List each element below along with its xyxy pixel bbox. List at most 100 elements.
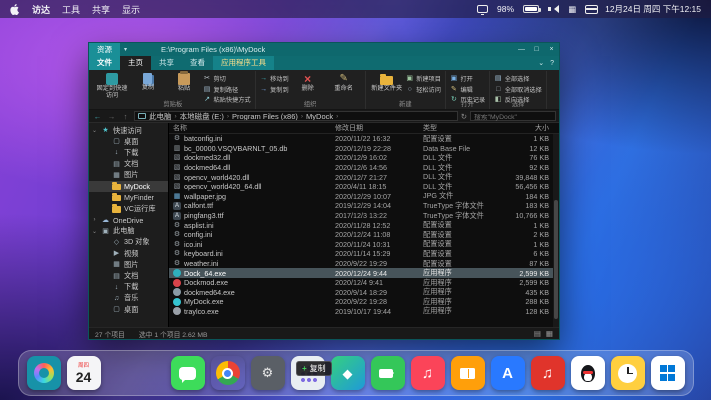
sidebar-item-3D 对象[interactable]: ◇ 3D 对象 (89, 237, 168, 248)
open-button[interactable]: ▣ 打开 (450, 74, 485, 83)
title-bar[interactable]: 资源 ▾ E:\Program Files (x86)\MyDock — □ × (89, 43, 559, 56)
file-row[interactable]: ⚙ config.ini 2020/12/24 11:08 配置设置 2 KB (169, 230, 559, 240)
sidebar-item-下载[interactable]: ↓ 下载 (89, 282, 168, 293)
dock-icon-calendar[interactable]: 周四 24 (66, 356, 101, 390)
menubar-item[interactable]: 工具 (62, 3, 80, 16)
thumbnail-view-icon[interactable]: ▦ (546, 329, 553, 338)
path-button[interactable]: ▤ 复制路径 (203, 85, 251, 94)
maximize-button[interactable]: □ (529, 43, 544, 56)
sidebar-item-OneDrive[interactable]: › ☁ OneDrive (89, 215, 168, 226)
up-button[interactable]: ↑ (120, 112, 131, 121)
file-row[interactable]: ▧ opencv_world420_64.dll 2020/4/11 18:15… (169, 182, 559, 192)
column-name[interactable]: 名称 (173, 123, 335, 133)
column-date[interactable]: 修改日期 (335, 123, 423, 133)
dock-icon-books[interactable] (450, 356, 485, 390)
apple-menu-icon[interactable] (10, 3, 20, 15)
quick-access-toolbar-arrow-icon[interactable]: ▾ (120, 46, 131, 53)
breadcrumb-item[interactable]: Program Files (x86) (232, 112, 298, 120)
rename-button[interactable]: ✎ 重命名 (327, 72, 361, 100)
expand-chevron-icon[interactable]: ⌄ (91, 228, 98, 235)
copyto-button[interactable]: → 复制到 (260, 85, 289, 94)
breadcrumb-item[interactable]: 此电脑 (149, 112, 172, 120)
file-row[interactable]: A pingfang3.ttf 2017/12/3 13:22 TrueType… (169, 211, 559, 221)
sidebar-item-图片[interactable]: ▦ 图片 (89, 170, 168, 181)
sidebar-item-VC运行库[interactable]: VC运行库 (89, 203, 168, 214)
file-row[interactable]: ▧ dockmed32.dll 2020/12/9 16:02 DLL 文件 7… (169, 153, 559, 163)
file-row[interactable]: dockmed64.exe 2020/9/14 18:29 应用程序 435 K… (169, 287, 559, 298)
dock-icon-mydock-launcher[interactable] (26, 356, 61, 390)
file-row[interactable]: ⚙ weather.ini 2020/9/22 19:29 配置设置 87 KB (169, 259, 559, 269)
dock-icon-music[interactable]: ♫ (410, 356, 445, 390)
copy-button[interactable]: 复制 (131, 72, 165, 100)
sidebar-item-桌面[interactable]: ▢ 桌面 (89, 304, 168, 315)
file-row[interactable]: traylco.exe 2019/10/17 19:44 应用程序 128 KB (169, 306, 559, 317)
sidebar-item-MyDock[interactable]: MyDock (89, 180, 168, 193)
search-box[interactable] (470, 111, 556, 122)
paste-button[interactable]: 粘贴 (167, 71, 201, 100)
details-view-icon[interactable]: ▤ (534, 329, 541, 338)
file-row[interactable]: ▧ dockmed64.dll 2020/12/6 14:56 DLL 文件 9… (169, 163, 559, 173)
sidebar-item-此电脑[interactable]: ⌄ ▣ 此电脑 (89, 226, 168, 237)
file-row[interactable]: A calfont.ttf 2019/12/29 14:04 TrueType … (169, 201, 559, 211)
dock-icon-settings[interactable]: ⚙ (250, 356, 285, 390)
file-row[interactable]: ⚙ asplist.ini 2020/11/28 12:52 配置设置 1 KB (169, 220, 559, 230)
collapse-ribbon-icon[interactable]: ⌄ (538, 59, 544, 67)
dock-icon-chrome[interactable] (211, 356, 245, 390)
newfolder-button[interactable]: 新建文件夹 (370, 72, 404, 100)
dock-icon-app-store[interactable]: A (490, 356, 525, 390)
back-button[interactable]: ← (92, 112, 103, 121)
dock-icon-maps[interactable]: ◆ (330, 356, 365, 390)
forward-button[interactable]: → (106, 112, 117, 121)
move-button[interactable]: → 移动到 (260, 74, 289, 83)
file-row[interactable]: ▦ wallpaper.jpg 2020/12/29 10:07 JPG 文件 … (169, 191, 559, 202)
pin-button[interactable]: 固定到快速访问 (95, 72, 129, 100)
sidebar-item-视频[interactable]: ▶ 视频 (89, 248, 168, 259)
selall-button[interactable]: ▤ 全部选择 (494, 74, 542, 83)
dock-icon-clock[interactable] (610, 356, 645, 390)
ribbon-tab-主页[interactable]: 主页 (120, 56, 151, 70)
file-row[interactable]: ⚙ keyboard.ini 2020/11/14 15:29 配置设置 6 K… (169, 249, 559, 259)
refresh-icon[interactable]: ↻ (461, 112, 467, 121)
expand-chevron-icon[interactable]: ⌄ (91, 127, 98, 134)
close-button[interactable]: × (544, 43, 559, 56)
sidebar-item-快速访问[interactable]: ⌄ ★ 快速访问 (89, 125, 168, 136)
battery-icon[interactable] (523, 5, 542, 13)
ribbon-tab-查看[interactable]: 查看 (182, 56, 213, 70)
expand-chevron-icon[interactable]: › (91, 217, 98, 223)
ribbon-tab-应用程序工具[interactable]: 应用程序工具 (213, 56, 274, 70)
dock-icon-facetime[interactable] (370, 356, 405, 390)
menubar-item[interactable]: 共享 (92, 3, 110, 16)
file-row[interactable]: ⚙ ico.ini 2020/11/24 10:31 配置设置 1 KB (169, 239, 559, 250)
file-row[interactable]: Dock_64.exe 2020/12/24 9:44 应用程序 2,599 K… (169, 268, 559, 278)
menubar-item[interactable]: 访达 (32, 3, 50, 16)
sidebar-item-桌面[interactable]: ▢ 桌面 (89, 136, 168, 147)
sidebar-item-文档[interactable]: ▤ 文档 (89, 270, 168, 281)
cut-button[interactable]: ✂ 剪切 (203, 74, 251, 83)
breadcrumb-item[interactable]: 本地磁盘 (E:) (180, 112, 224, 120)
file-row[interactable]: ▧ opencv_world420.dll 2020/12/7 21:27 DL… (169, 172, 559, 182)
sidebar-item-MyFinder[interactable]: MyFinder (89, 192, 168, 203)
display-icon[interactable] (477, 5, 489, 15)
column-type[interactable]: 类型 (423, 123, 509, 133)
dock-icon-messages[interactable] (170, 356, 205, 390)
file-row[interactable]: ⚙ batconfig.ini 2020/11/22 16:32 配置设置 1 … (169, 134, 559, 144)
column-size[interactable]: 大小 (509, 123, 559, 133)
ribbon-tab-文件[interactable]: 文件 (89, 56, 120, 70)
ribbon-tab-共享[interactable]: 共享 (151, 56, 182, 70)
delete-button[interactable]: × 删除 (291, 72, 325, 100)
newitem-button[interactable]: ▣ 新建项目 (406, 74, 441, 83)
edit-button[interactable]: ✎ 编辑 (450, 85, 485, 94)
access-button[interactable]: ○ 轻松访问 (406, 85, 441, 94)
help-icon[interactable]: ? (550, 60, 554, 67)
menu-clock[interactable]: 12月24日 周四 下午12:15 (605, 3, 701, 15)
keyboard-input-icon[interactable]: ▦ (568, 4, 576, 15)
dock-icon-windows-start[interactable] (650, 356, 685, 390)
sidebar-item-图片[interactable]: ▦ 图片 (89, 259, 168, 270)
scrollbar-thumb[interactable] (554, 199, 558, 320)
dock-icon-netease-music[interactable]: ♫ (530, 356, 565, 390)
minimize-button[interactable]: — (514, 43, 529, 56)
sidebar-item-下载[interactable]: ↓ 下载 (89, 147, 168, 158)
file-row[interactable]: MyDock.exe 2020/9/22 19:28 应用程序 288 KB (169, 297, 559, 307)
dock-icon-qq[interactable] (570, 356, 605, 390)
selnone-button[interactable]: □ 全部取消选择 (494, 85, 542, 94)
